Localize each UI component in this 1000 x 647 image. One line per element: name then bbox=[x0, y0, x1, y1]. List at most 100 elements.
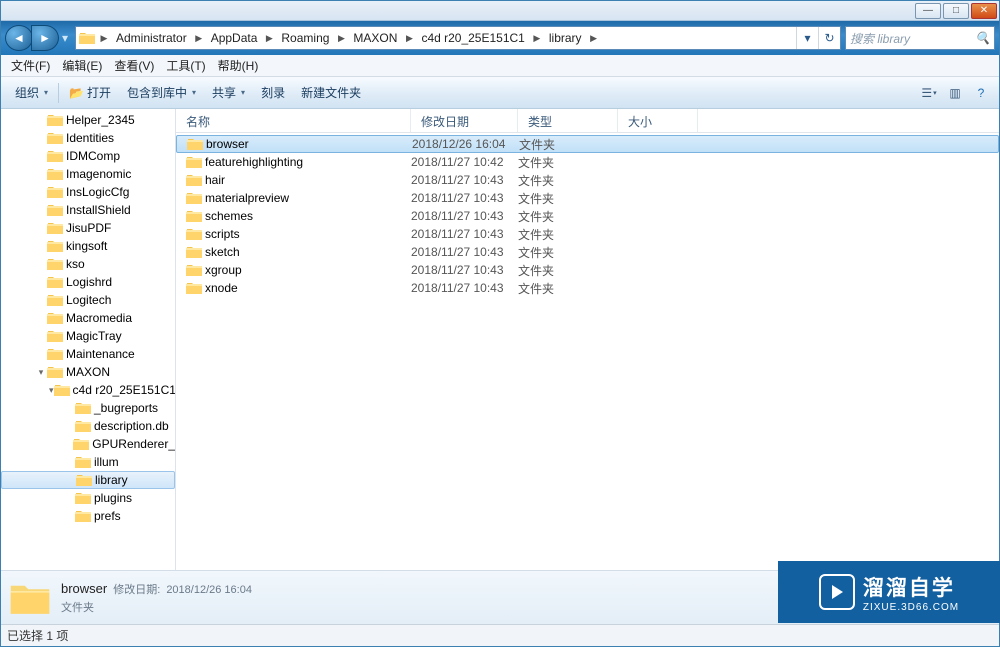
menu-tools[interactable]: 工具(T) bbox=[160, 57, 211, 74]
breadcrumb-segment[interactable]: c4d r20_25E151C1 bbox=[415, 27, 530, 49]
file-row[interactable]: xgroup2018/11/27 10:43文件夹 bbox=[176, 261, 999, 279]
forward-button[interactable]: ► bbox=[31, 25, 59, 51]
tree-item[interactable]: Logishrd bbox=[1, 273, 175, 291]
breadcrumb-segment[interactable]: AppData bbox=[205, 27, 264, 49]
folder-tree[interactable]: Helper_2345IdentitiesIDMComp Imagenomic In… bbox=[1, 109, 176, 570]
tree-item[interactable]: library bbox=[1, 471, 175, 489]
include-button[interactable]: 包含到库中 bbox=[119, 81, 204, 105]
tree-item[interactable]: kingsoft bbox=[1, 237, 175, 255]
tree-item[interactable]: Macromedia bbox=[1, 309, 175, 327]
breadcrumb-segment[interactable]: Roaming bbox=[275, 27, 335, 49]
menu-help[interactable]: 帮助(H) bbox=[212, 57, 265, 74]
tree-item[interactable]: Identities bbox=[1, 129, 175, 147]
tree-item[interactable]: Imagenomic bbox=[1, 165, 175, 183]
explorer-window: — □ ✕ ◄ ► ▾ ▶Administrator▶AppData▶Roami… bbox=[0, 0, 1000, 647]
tree-item[interactable]: illum bbox=[1, 453, 175, 471]
search-input[interactable]: 搜索 library 🔍 bbox=[845, 26, 995, 50]
file-row[interactable]: xnode2018/11/27 10:43文件夹 bbox=[176, 279, 999, 297]
share-button[interactable]: 共享 bbox=[204, 81, 253, 105]
breadcrumb-arrow-icon[interactable]: ▶ bbox=[531, 27, 543, 49]
file-date: 2018/11/27 10:43 bbox=[411, 245, 518, 259]
tree-item-label: MagicTray bbox=[66, 329, 122, 343]
burn-button[interactable]: 刻录 bbox=[253, 81, 293, 105]
tree-item-label: InstallShield bbox=[66, 203, 131, 217]
file-type: 文件夹 bbox=[518, 154, 618, 171]
address-bar[interactable]: ▶Administrator▶AppData▶Roaming▶MAXON▶c4d… bbox=[75, 26, 841, 50]
file-name: scripts bbox=[205, 227, 240, 241]
menu-edit[interactable]: 编辑(E) bbox=[56, 57, 108, 74]
help-button[interactable]: ? bbox=[969, 82, 993, 104]
tree-item[interactable]: InstallShield bbox=[1, 201, 175, 219]
breadcrumb-arrow-icon[interactable]: ▶ bbox=[98, 27, 110, 49]
breadcrumb-arrow-icon[interactable]: ▶ bbox=[335, 27, 347, 49]
file-type: 文件夹 bbox=[518, 208, 618, 225]
tree-item[interactable]: ▾c4d r20_25E151C1 bbox=[1, 381, 175, 399]
tree-item-label: GPURenderer_ bbox=[92, 437, 175, 451]
folder-icon bbox=[79, 31, 95, 45]
maximize-button[interactable]: □ bbox=[943, 3, 969, 19]
file-name: browser bbox=[206, 137, 249, 151]
history-dropdown[interactable]: ▾ bbox=[59, 25, 71, 51]
back-button[interactable]: ◄ bbox=[5, 25, 33, 51]
breadcrumb-arrow-icon[interactable]: ▶ bbox=[403, 27, 415, 49]
tree-item[interactable]: GPURenderer_ bbox=[1, 435, 175, 453]
breadcrumb-arrow-icon[interactable]: ▶ bbox=[263, 27, 275, 49]
view-options-button[interactable]: ☰ bbox=[917, 82, 941, 104]
file-type: 文件夹 bbox=[519, 136, 619, 153]
organize-button[interactable]: 组织 bbox=[7, 81, 56, 105]
large-folder-icon bbox=[9, 577, 51, 619]
file-rows[interactable]: browser2018/12/26 16:04文件夹featurehighlig… bbox=[176, 133, 999, 570]
close-button[interactable]: ✕ bbox=[971, 3, 997, 19]
expand-icon[interactable]: ▾ bbox=[35, 367, 47, 378]
address-dropdown[interactable]: ▾ bbox=[796, 27, 818, 49]
tree-item[interactable]: IDMComp bbox=[1, 147, 175, 165]
header-name[interactable]: 名称 bbox=[176, 109, 411, 132]
arrow-left-icon: ◄ bbox=[13, 31, 25, 45]
file-row[interactable]: browser2018/12/26 16:04文件夹 bbox=[176, 135, 999, 153]
menu-file[interactable]: 文件(F) bbox=[5, 57, 56, 74]
header-date[interactable]: 修改日期 bbox=[411, 109, 518, 132]
header-type[interactable]: 类型 bbox=[518, 109, 618, 132]
tree-item[interactable]: Logitech bbox=[1, 291, 175, 309]
minimize-button[interactable]: — bbox=[915, 3, 941, 19]
tree-item-label: Logitech bbox=[66, 293, 111, 307]
open-icon: 📂 bbox=[69, 86, 84, 100]
titlebar: — □ ✕ bbox=[1, 1, 999, 21]
tree-item[interactable]: prefs bbox=[1, 507, 175, 525]
tree-item-label: Macromedia bbox=[66, 311, 132, 325]
search-icon: 🔍 bbox=[975, 31, 990, 45]
breadcrumb-segment[interactable]: library bbox=[543, 27, 588, 49]
file-row[interactable]: materialpreview2018/11/27 10:43文件夹 bbox=[176, 189, 999, 207]
watermark: 溜溜自学 ZIXUE.3D66.COM bbox=[778, 561, 1000, 623]
tree-item[interactable]: InsLogicCfg bbox=[1, 183, 175, 201]
breadcrumb-arrow-icon[interactable]: ▶ bbox=[588, 27, 600, 49]
newfolder-button[interactable]: 新建文件夹 bbox=[293, 81, 369, 105]
file-name: hair bbox=[205, 173, 225, 187]
file-row[interactable]: hair2018/11/27 10:43文件夹 bbox=[176, 171, 999, 189]
tree-item[interactable]: description.db bbox=[1, 417, 175, 435]
header-size[interactable]: 大小 bbox=[618, 109, 698, 132]
breadcrumb-segment[interactable]: Administrator bbox=[110, 27, 193, 49]
tree-item[interactable]: plugins bbox=[1, 489, 175, 507]
open-button[interactable]: 📂 打开 bbox=[61, 81, 119, 105]
tree-item[interactable]: kso bbox=[1, 255, 175, 273]
menu-view[interactable]: 查看(V) bbox=[108, 57, 160, 74]
toolbar: 组织 📂 打开 包含到库中 共享 刻录 新建文件夹 ☰ ▥ ? bbox=[1, 77, 999, 109]
file-date: 2018/11/27 10:43 bbox=[411, 281, 518, 295]
tree-item[interactable]: Helper_2345 bbox=[1, 111, 175, 129]
tree-item[interactable]: _bugreports bbox=[1, 399, 175, 417]
file-row[interactable]: schemes2018/11/27 10:43文件夹 bbox=[176, 207, 999, 225]
tree-item[interactable]: ▾MAXON bbox=[1, 363, 175, 381]
tree-item-label: Imagenomic bbox=[66, 167, 131, 181]
tree-item[interactable]: MagicTray bbox=[1, 327, 175, 345]
refresh-button[interactable]: ↻ bbox=[818, 27, 840, 49]
file-name: materialpreview bbox=[205, 191, 289, 205]
file-row[interactable]: scripts2018/11/27 10:43文件夹 bbox=[176, 225, 999, 243]
breadcrumb-arrow-icon[interactable]: ▶ bbox=[193, 27, 205, 49]
file-row[interactable]: sketch2018/11/27 10:43文件夹 bbox=[176, 243, 999, 261]
preview-pane-button[interactable]: ▥ bbox=[943, 82, 967, 104]
tree-item[interactable]: JisuPDF bbox=[1, 219, 175, 237]
breadcrumb-segment[interactable]: MAXON bbox=[347, 27, 403, 49]
file-row[interactable]: featurehighlighting2018/11/27 10:42文件夹 bbox=[176, 153, 999, 171]
tree-item[interactable]: Maintenance bbox=[1, 345, 175, 363]
